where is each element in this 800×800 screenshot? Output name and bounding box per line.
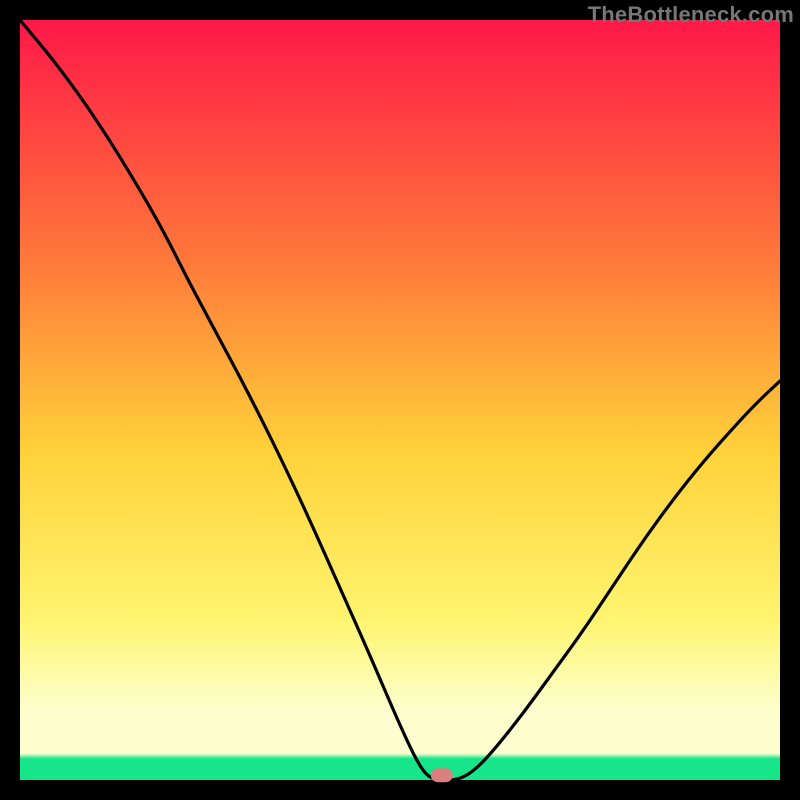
optimum-marker (431, 768, 453, 782)
plot-background (20, 20, 780, 780)
chart-svg (0, 0, 800, 800)
watermark-text: TheBottleneck.com (588, 2, 794, 28)
chart-stage: TheBottleneck.com (0, 0, 800, 800)
